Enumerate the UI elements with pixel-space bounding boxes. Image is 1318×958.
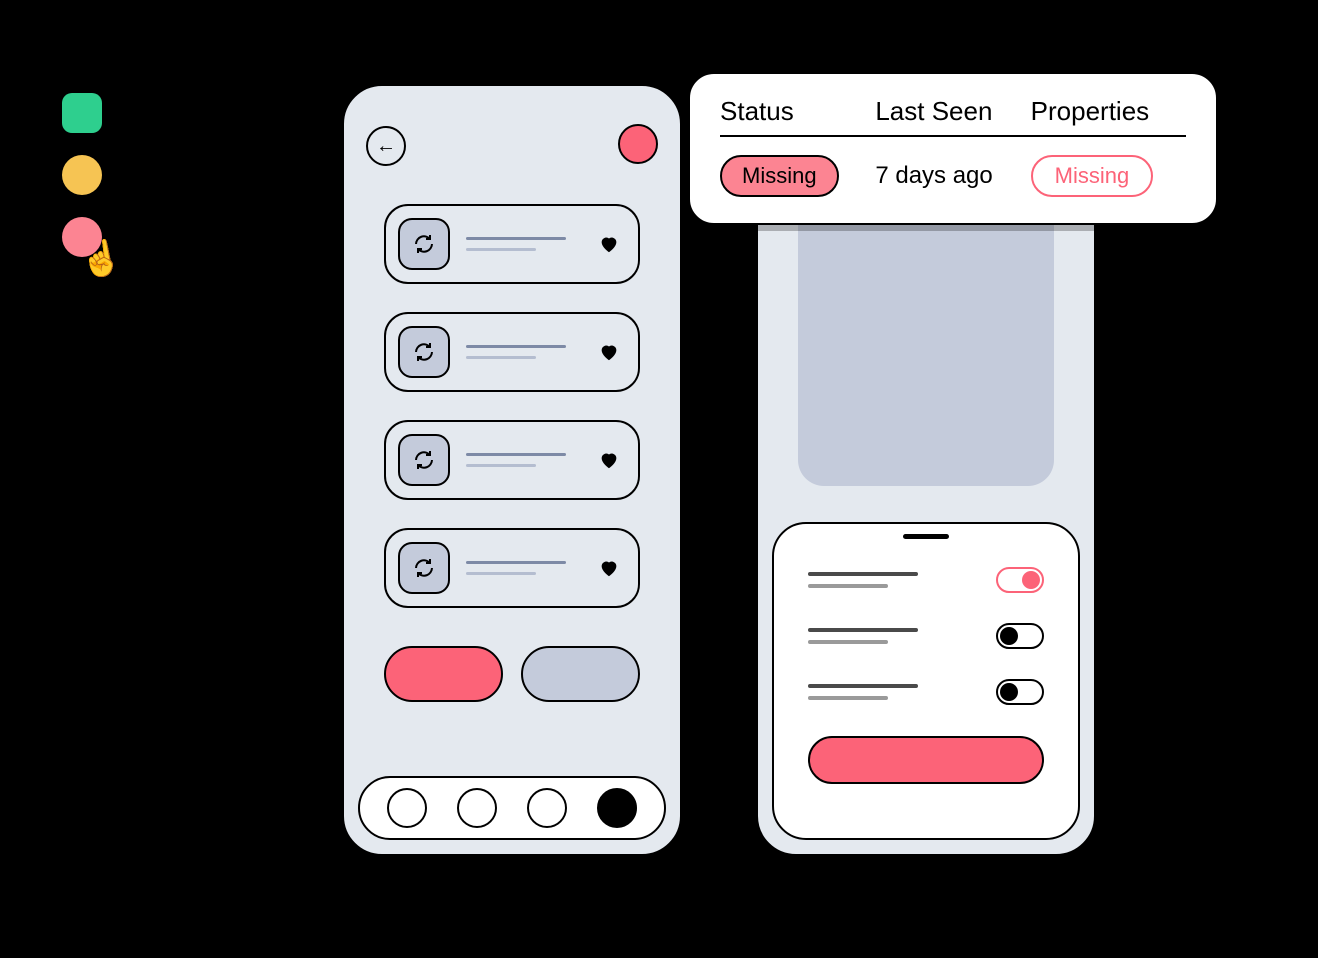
sync-icon bbox=[398, 434, 450, 486]
cursor-pointer-icon: ☝ bbox=[77, 236, 126, 283]
properties-badge[interactable]: Missing bbox=[1031, 155, 1154, 197]
nav-item-1[interactable] bbox=[387, 788, 427, 828]
status-badge: Missing bbox=[720, 155, 839, 197]
setting-label-placeholder bbox=[808, 628, 918, 644]
sync-icon bbox=[398, 218, 450, 270]
status-popover: Status Last Seen Properties Missing 7 da… bbox=[688, 72, 1218, 225]
setting-row-2 bbox=[808, 608, 1044, 664]
popover-header: Status Last Seen Properties bbox=[720, 96, 1186, 137]
legend-dot-missing[interactable]: ☝ bbox=[62, 217, 102, 257]
col-status: Status bbox=[720, 96, 875, 127]
status-legend: ☝ bbox=[62, 93, 102, 279]
bottom-nav bbox=[358, 776, 666, 840]
nav-item-4[interactable] bbox=[597, 788, 637, 828]
sync-icon bbox=[398, 542, 450, 594]
toggle-2[interactable] bbox=[996, 623, 1044, 649]
setting-row-1 bbox=[808, 552, 1044, 608]
list-item[interactable] bbox=[384, 420, 640, 500]
setting-row-3 bbox=[808, 664, 1044, 720]
last-seen-value: 7 days ago bbox=[875, 162, 1030, 190]
secondary-button[interactable] bbox=[521, 646, 640, 702]
back-button[interactable]: ← bbox=[366, 126, 406, 166]
item-text-placeholder bbox=[466, 345, 582, 359]
item-text-placeholder bbox=[466, 453, 582, 467]
list-item[interactable] bbox=[384, 528, 640, 608]
action-row bbox=[384, 646, 640, 702]
drag-handle[interactable] bbox=[903, 534, 949, 539]
list-item[interactable] bbox=[384, 204, 640, 284]
list-item[interactable] bbox=[384, 312, 640, 392]
primary-button[interactable] bbox=[384, 646, 503, 702]
favorite-icon[interactable] bbox=[598, 557, 620, 579]
phone-mock-list: ← bbox=[342, 84, 682, 856]
setting-label-placeholder bbox=[808, 684, 918, 700]
toggle-1[interactable] bbox=[996, 567, 1044, 593]
favorite-icon[interactable] bbox=[598, 341, 620, 363]
legend-dot-warning[interactable] bbox=[62, 155, 102, 195]
nav-item-2[interactable] bbox=[457, 788, 497, 828]
bottom-sheet bbox=[772, 522, 1080, 840]
toggle-3[interactable] bbox=[996, 679, 1044, 705]
nav-item-3[interactable] bbox=[527, 788, 567, 828]
sync-icon bbox=[398, 326, 450, 378]
sheet-primary-button[interactable] bbox=[808, 736, 1044, 784]
status-indicator[interactable] bbox=[618, 124, 658, 164]
legend-dot-ok[interactable] bbox=[62, 93, 102, 133]
setting-label-placeholder bbox=[808, 572, 918, 588]
item-list bbox=[384, 204, 640, 636]
favorite-icon[interactable] bbox=[598, 233, 620, 255]
favorite-icon[interactable] bbox=[598, 449, 620, 471]
arrow-left-icon: ← bbox=[376, 135, 396, 158]
col-properties: Properties bbox=[1031, 96, 1186, 127]
col-last-seen: Last Seen bbox=[875, 96, 1030, 127]
item-text-placeholder bbox=[466, 237, 582, 251]
item-text-placeholder bbox=[466, 561, 582, 575]
popover-row: Missing 7 days ago Missing bbox=[720, 137, 1186, 197]
